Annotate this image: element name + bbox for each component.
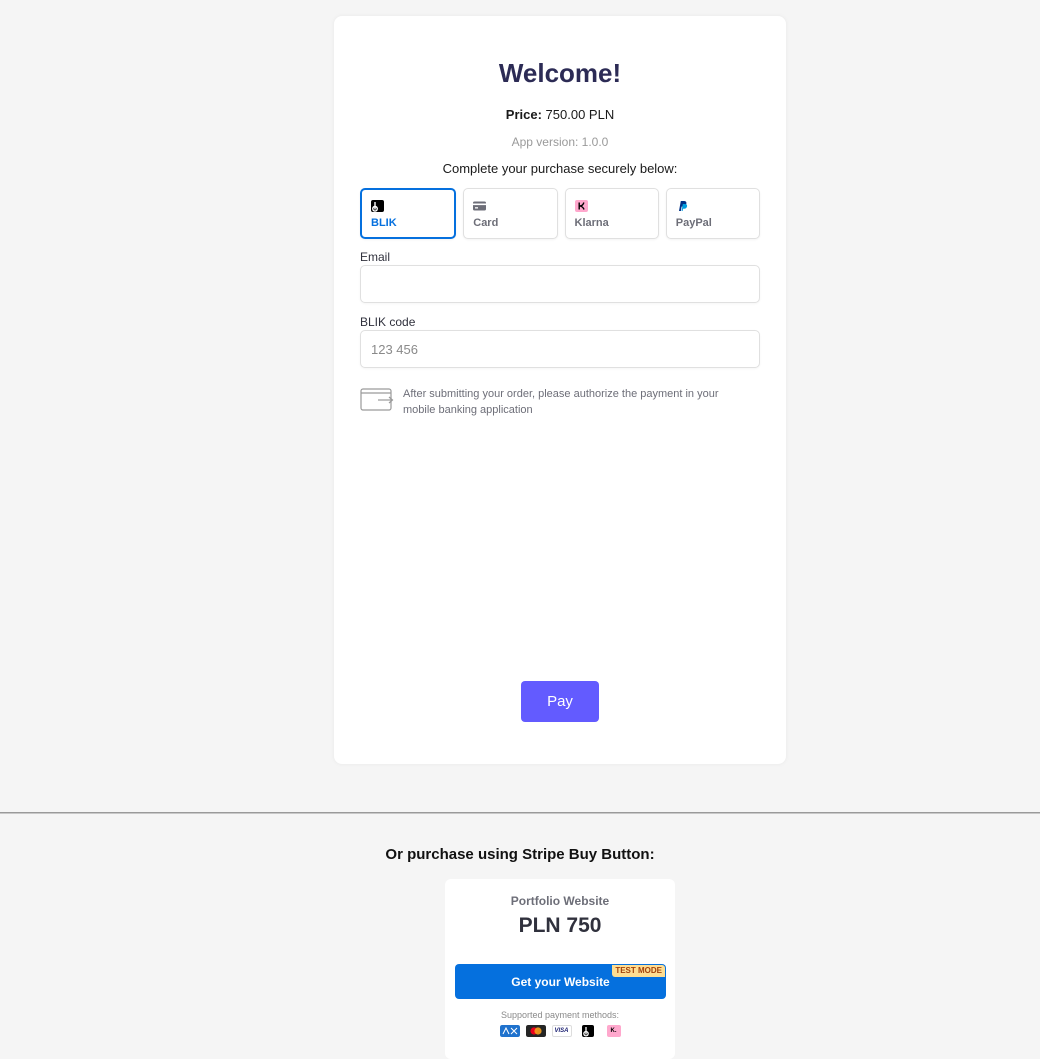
- tab-label: Card: [473, 217, 499, 229]
- mastercard-icon: [525, 1025, 546, 1037]
- tab-paypal[interactable]: PayPal: [665, 188, 760, 239]
- price-line: Price: 750.00 PLN: [334, 107, 786, 122]
- test-mode-badge: TEST MODE: [612, 965, 665, 977]
- supported-methods: VISA K.: [445, 1025, 675, 1037]
- buy-button-label: Get your Website: [511, 974, 610, 989]
- page-title: Welcome!: [498, 58, 622, 88]
- amex-icon: [499, 1025, 520, 1037]
- blik-code-field[interactable]: [360, 330, 760, 368]
- stripe-buy-button-card: Portfolio Website PLN 750 Get your Websi…: [445, 879, 675, 1059]
- pay-button[interactable]: Pay: [521, 681, 599, 722]
- buy-button-heading: Or purchase using Stripe Buy Button:: [385, 846, 655, 863]
- tab-blik[interactable]: BLIK: [360, 188, 457, 239]
- tab-label: PayPal: [675, 217, 712, 229]
- blik-icon: [371, 200, 384, 212]
- checkout-subtitle: Complete your purchase securely below:: [442, 161, 678, 176]
- tab-label: Klarna: [574, 217, 609, 229]
- blik-icon: [581, 1025, 594, 1037]
- app-version: App version: 1.0.0: [511, 135, 609, 149]
- product-name: Portfolio Website: [510, 894, 610, 908]
- get-website-button[interactable]: Get your Website TEST MODE: [455, 964, 666, 999]
- tab-card[interactable]: Card: [463, 188, 558, 239]
- payment-method-tabs: BLIK Card Klarna PayPal: [360, 188, 760, 239]
- tab-klarna[interactable]: Klarna: [564, 188, 659, 239]
- supported-methods-label: Supported payment methods:: [500, 1010, 620, 1020]
- price-value: 750.00 PLN: [545, 107, 615, 122]
- blik-code-label: BLIK code: [360, 315, 416, 329]
- klarna-icon: K.: [606, 1025, 621, 1037]
- visa-icon: VISA: [551, 1025, 572, 1037]
- redirect-icon: [360, 388, 394, 411]
- tab-label: BLIK: [371, 217, 397, 229]
- email-field[interactable]: [360, 265, 760, 303]
- product-price: PLN 750: [518, 914, 602, 937]
- email-label: Email: [360, 250, 391, 264]
- authorization-notice: After submitting your order, please auth…: [360, 386, 760, 420]
- klarna-icon: [574, 200, 588, 212]
- price-label: Price:: [505, 107, 542, 122]
- card-icon: [473, 201, 487, 211]
- checkout-card: Welcome! Price: 750.00 PLN App version: …: [334, 16, 786, 764]
- section-divider: [0, 812, 1040, 814]
- paypal-icon: [678, 201, 687, 211]
- notice-text: After submitting your order, please auth…: [403, 388, 719, 416]
